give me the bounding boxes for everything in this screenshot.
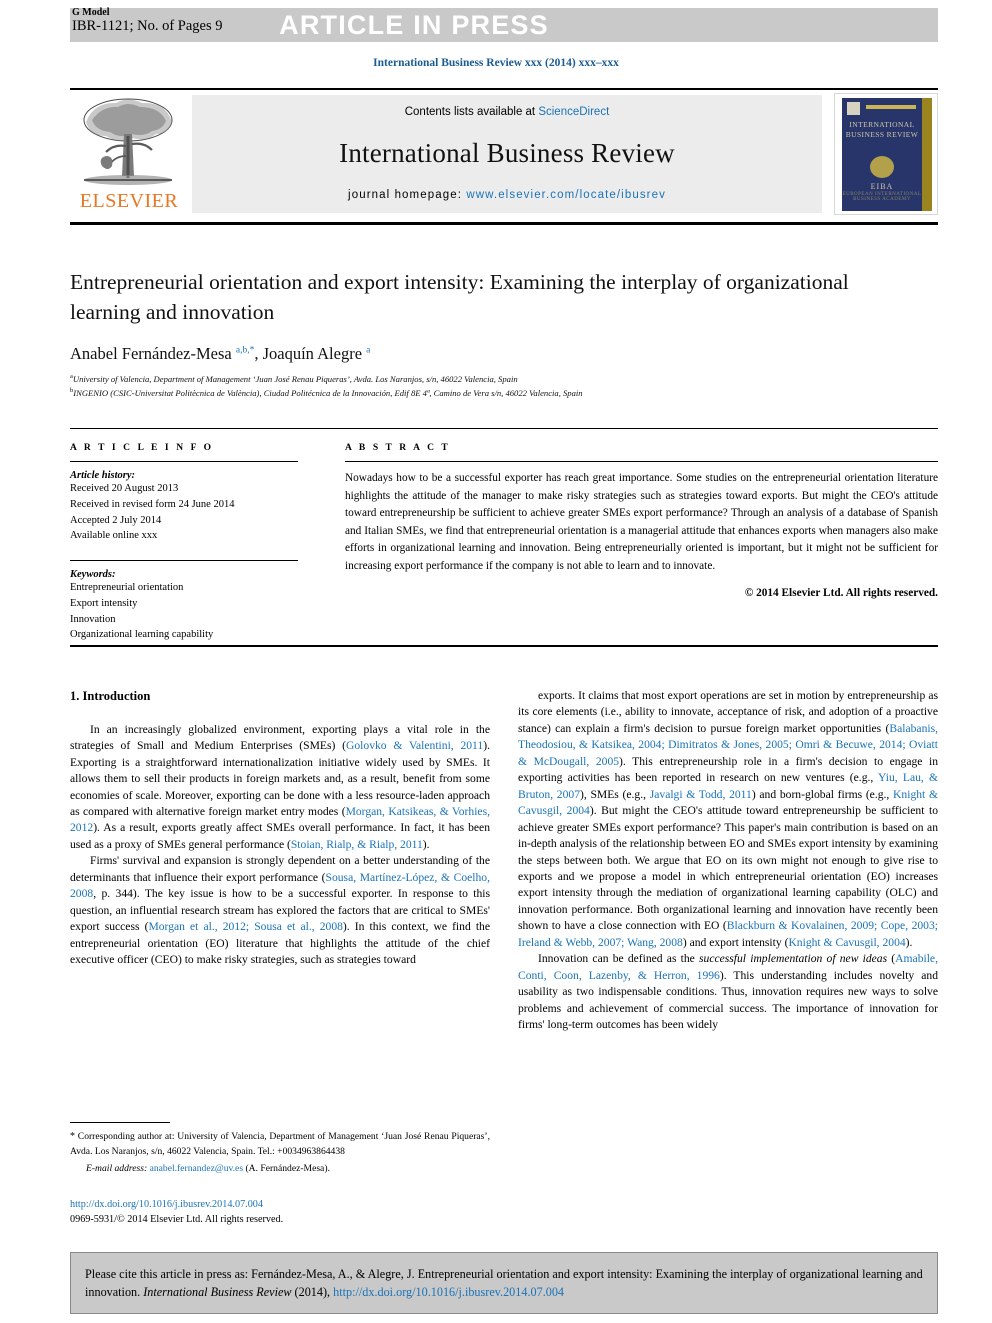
- article-history-item: Available online xxx: [70, 530, 158, 542]
- right-column-paragraphs: exports. It claims that most export oper…: [518, 688, 938, 1034]
- contents-prefix: Contents lists available at: [404, 106, 539, 118]
- email-link[interactable]: anabel.fernandez@uv.es: [150, 1163, 243, 1174]
- section-heading-introduction: 1. Introduction: [70, 689, 151, 703]
- sciencedirect-link[interactable]: ScienceDirect: [538, 106, 609, 118]
- keywords-heading: Keywords:: [70, 569, 116, 580]
- contents-list-line: Contents lists available at ScienceDirec…: [405, 106, 610, 118]
- journal-homepage-line: journal homepage: www.elsevier.com/locat…: [348, 189, 666, 201]
- body-column-left: 1. Introduction In an increasingly globa…: [70, 688, 490, 1098]
- article-first-page: ARTICLE IN PRESS G Model IBR-1121; No. o…: [0, 0, 992, 1323]
- article-history-item: Received 20 August 2013: [70, 483, 179, 494]
- left-column-paragraphs: In an increasingly globalized environmen…: [70, 722, 490, 969]
- abstract-copyright: © 2014 Elsevier Ltd. All rights reserved…: [744, 587, 938, 599]
- article-info-heading: A R T I C L E I N F O: [70, 443, 214, 453]
- elsevier-logo: ELSEVIER: [70, 94, 188, 214]
- cover-society-label: EIBA: [870, 182, 894, 191]
- body-column-right: exports. It claims that most export oper…: [518, 688, 938, 1200]
- manuscript-stamp: G Model IBR-1121; No. of Pages 9: [72, 7, 223, 34]
- info-bottom-rule: [70, 645, 938, 647]
- cite-year: (2014),: [294, 1285, 331, 1299]
- article-info-column: A R T I C L E I N F O Article history: R…: [70, 443, 320, 643]
- article-history-heading: Article history:: [70, 470, 136, 481]
- cite-doi-link[interactable]: http://dx.doi.org/10.1016/j.ibusrev.2014…: [333, 1285, 564, 1299]
- cover-journal-title: INTERNATIONAL BUSINESS REVIEW: [845, 120, 919, 140]
- issn-copyright-line: 0969-5931/© 2014 Elsevier Ltd. All right…: [70, 1214, 284, 1226]
- masthead-bottom-rule: [70, 222, 938, 225]
- body-paragraph: exports. It claims that most export oper…: [518, 689, 938, 949]
- g-model-label: G Model: [72, 7, 110, 18]
- cover-spine: [922, 98, 932, 211]
- corresponding-author-text: * Corresponding author at: University of…: [70, 1131, 490, 1157]
- article-history-list: Received 20 August 2013 Received in revis…: [70, 481, 320, 544]
- article-info-rule: [70, 461, 298, 462]
- email-label: E-mail address:: [86, 1163, 148, 1175]
- abstract-rule: [345, 461, 938, 462]
- body-paragraph: Firms' survival and expansion is strongl…: [70, 854, 490, 967]
- email-line: E-mail address: anabel.fernandez@uv.es (…: [70, 1162, 490, 1176]
- corresponding-author-footnote: * Corresponding author at: University of…: [70, 1130, 490, 1176]
- affiliation-item: bINGENIO (CSIC-Universitat Politècnica d…: [70, 387, 583, 399]
- cover-accent-bar: [866, 105, 916, 109]
- homepage-url-link[interactable]: www.elsevier.com/locate/ibusrev: [466, 189, 666, 201]
- elsevier-wordmark: ELSEVIER: [79, 190, 179, 212]
- cover-publisher-mark-icon: [847, 102, 860, 115]
- body-paragraph: Innovation can be defined as the success…: [518, 952, 938, 1032]
- masthead-top-rule: [70, 88, 938, 90]
- journal-masthead: ELSEVIER Contents lists available at Sci…: [70, 92, 938, 217]
- cover-front: INTERNATIONAL BUSINESS REVIEW EIBA EUROP…: [842, 98, 922, 211]
- keyword-item: Organizational learning capability: [70, 629, 214, 641]
- running-head: International Business Review xxx (2014)…: [373, 57, 619, 69]
- abstract-text: Nowadays how to be a successful exporter…: [345, 472, 938, 572]
- cover-globe-icon: [870, 156, 894, 178]
- cite-this-article-text: Please cite this article in press as: Fe…: [71, 1265, 937, 1302]
- keyword-item: Innovation: [70, 613, 116, 625]
- issn-doi-block: http://dx.doi.org/10.1016/j.ibusrev.2014…: [70, 1197, 490, 1228]
- journal-title: International Business Review: [339, 138, 675, 168]
- email-owner: (A. Fernández-Mesa).: [245, 1163, 330, 1175]
- abstract-heading: A B S T R A C T: [345, 443, 451, 453]
- author-list: Anabel Fernández-Mesa a,b,*, Joaquín Ale…: [70, 344, 371, 363]
- article-history-item: Accepted 2 July 2014: [70, 514, 162, 526]
- elsevier-tree-icon: [83, 98, 173, 185]
- info-top-rule: [70, 428, 938, 429]
- article-history-item: Received in revised form 24 June 2014: [70, 498, 235, 510]
- footnote-rule: [70, 1122, 170, 1123]
- journal-cover-thumbnail: INTERNATIONAL BUSINESS REVIEW EIBA EUROP…: [834, 93, 938, 215]
- masthead-center-panel: Contents lists available at ScienceDirec…: [192, 95, 822, 213]
- keywords-rule: [70, 560, 298, 561]
- body-paragraph: In an increasingly globalized environmen…: [70, 722, 490, 851]
- affiliation-item: aUniversity of Valencia, Department of M…: [70, 373, 518, 384]
- manuscript-id: IBR-1121; No. of Pages 9: [72, 18, 223, 35]
- abstract-column: A B S T R A C T Nowadays how to be a suc…: [345, 443, 938, 599]
- page-title: Entrepreneurial orientation and export i…: [70, 270, 849, 324]
- homepage-label: journal homepage:: [348, 189, 463, 201]
- keyword-item: Export intensity: [70, 597, 138, 609]
- keywords-list: Entrepreneurial orientation Export intens…: [70, 580, 320, 643]
- cover-society-sublabel: EUROPEAN INTERNATIONAL BUSINESS ACADEMY: [842, 192, 922, 202]
- cite-this-article-box: Please cite this article in press as: Fe…: [70, 1252, 938, 1314]
- affiliation-list: aUniversity of Valencia, Department of M…: [70, 372, 930, 400]
- cite-journal: International Business Review: [143, 1285, 292, 1299]
- keyword-item: Entrepreneurial orientation: [70, 582, 184, 593]
- doi-link[interactable]: http://dx.doi.org/10.1016/j.ibusrev.2014…: [70, 1197, 490, 1212]
